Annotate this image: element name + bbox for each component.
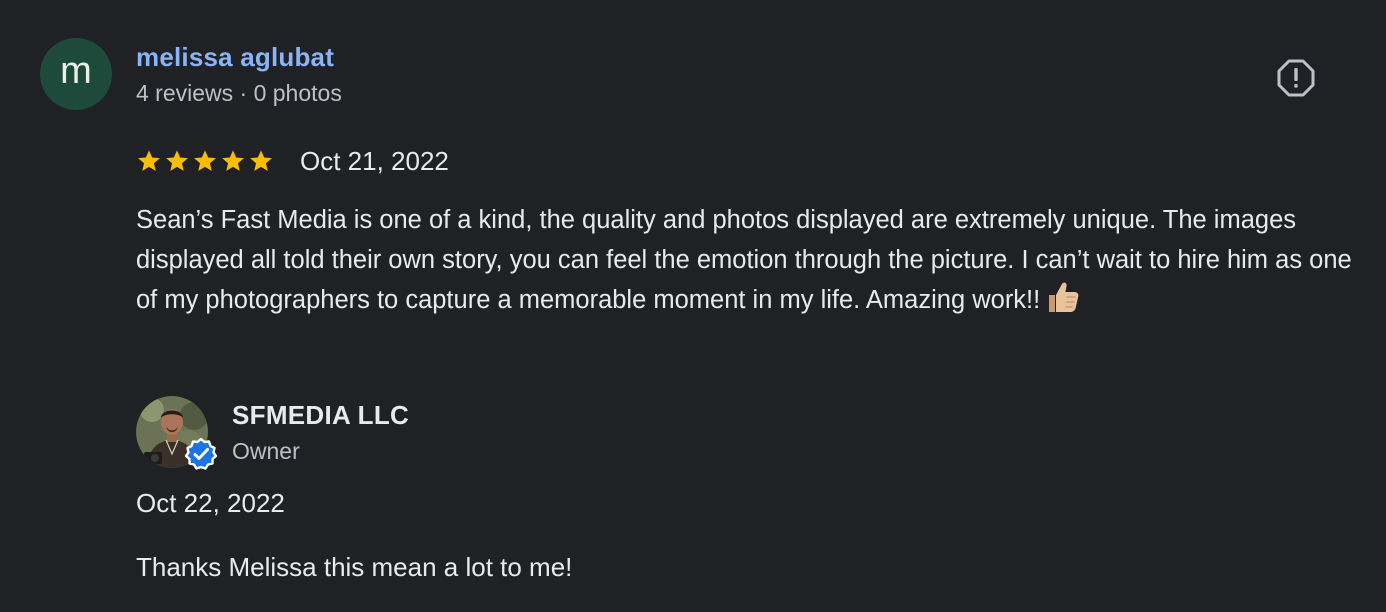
reviewer-name-link[interactable]: melissa aglubat <box>136 42 334 73</box>
review-card: m melissa aglubat 4 reviews · 0 photos O… <box>0 0 1386 612</box>
thumbs-up-icon <box>1046 280 1082 326</box>
star-rating <box>136 148 274 174</box>
reply-date: Oct 22, 2022 <box>136 488 285 518</box>
star-icon <box>250 150 272 171</box>
owner-name: SFMEDIA LLC <box>232 400 410 430</box>
star-icon <box>222 150 244 171</box>
star-icon <box>138 150 160 171</box>
review-date: Oct 21, 2022 <box>300 145 449 176</box>
verified-badge-icon <box>184 437 218 470</box>
review-body: Sean’s Fast Media is one of a kind, the … <box>136 200 1356 326</box>
star-icon <box>166 150 188 171</box>
owner-role: Owner <box>232 438 300 464</box>
report-flag-icon <box>1277 59 1315 97</box>
report-review-button[interactable] <box>1274 56 1318 100</box>
reply-text: Thanks Melissa this mean a lot to me! <box>136 552 573 582</box>
review-text: Sean’s Fast Media is one of a kind, the … <box>136 206 1352 314</box>
rating-row: Oct 21, 2022 <box>136 144 449 178</box>
reviewer-meta: 4 reviews · 0 photos <box>136 80 342 106</box>
star-icon <box>194 150 216 171</box>
reviewer-avatar[interactable]: m <box>40 38 112 110</box>
